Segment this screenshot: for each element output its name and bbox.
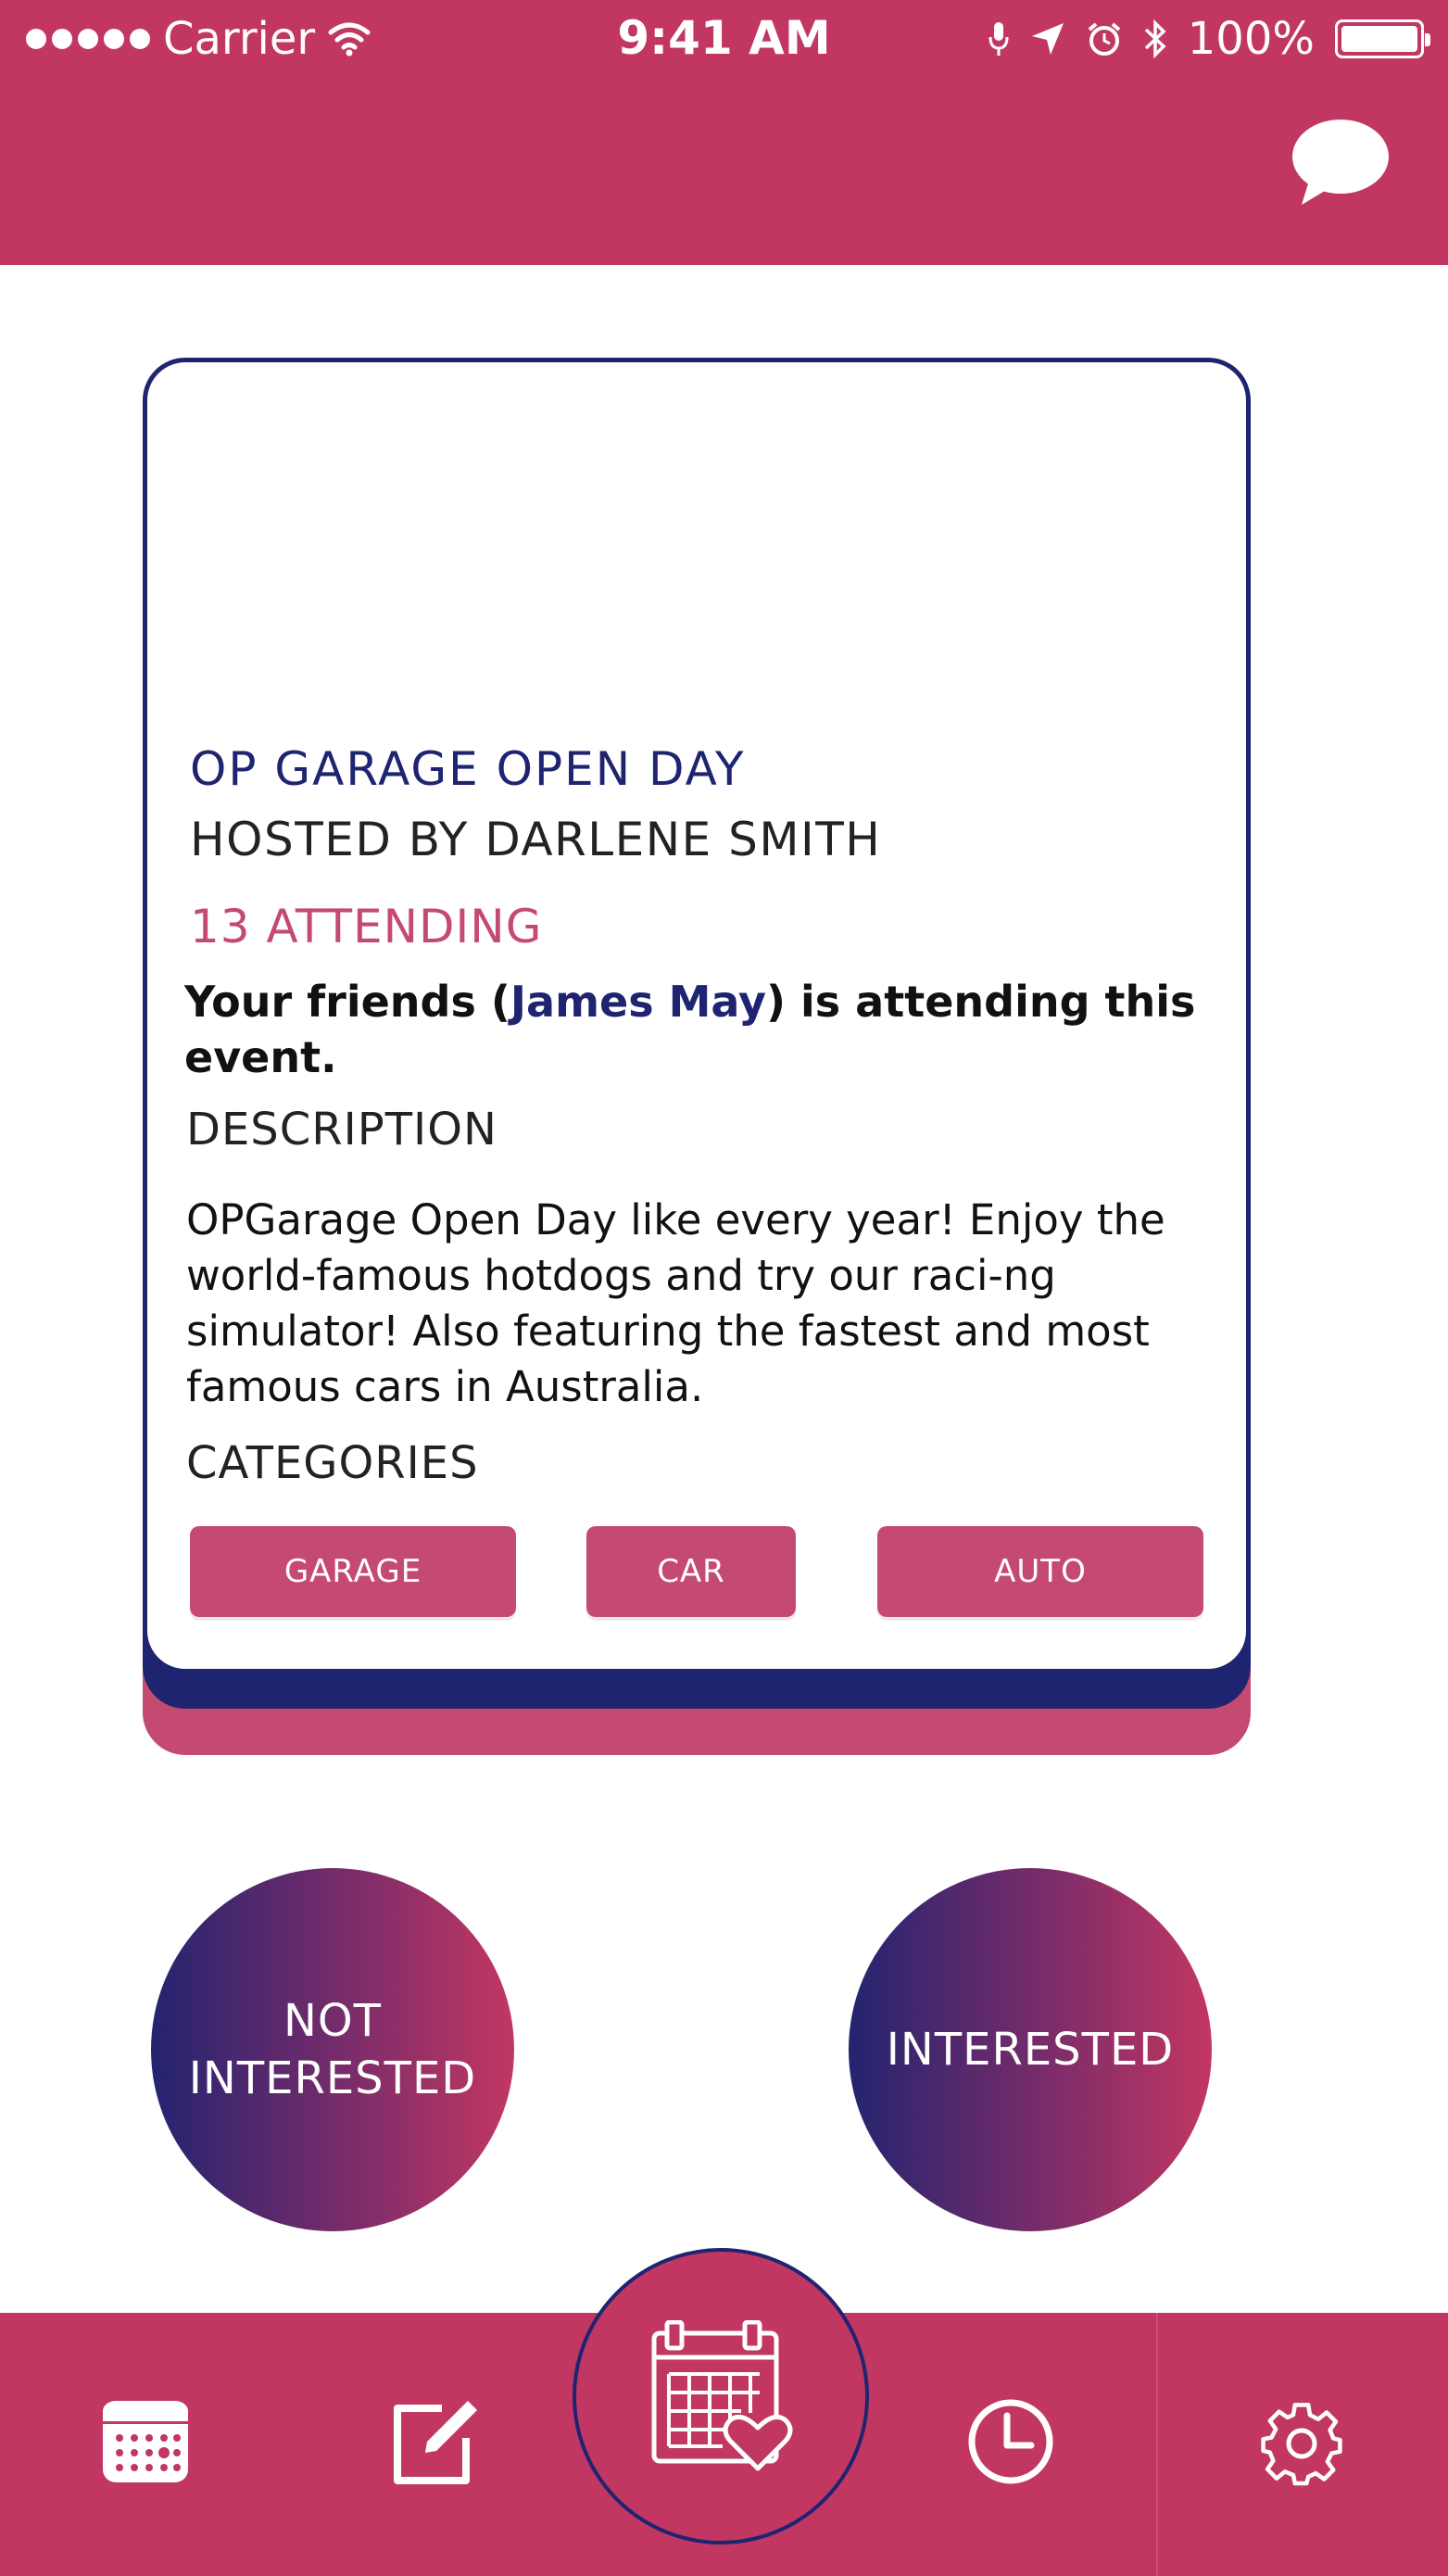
category-chip-auto[interactable]: AUTO — [877, 1526, 1203, 1617]
event-title: OP GARAGE OPEN DAY — [190, 742, 746, 796]
status-bar: Carrier 9:41 AM 100% — [0, 0, 1448, 83]
status-right: 100% — [988, 13, 1430, 65]
calendar-heart-icon — [651, 2320, 793, 2471]
description-heading: DESCRIPTION — [186, 1104, 497, 1155]
event-card[interactable]: OP GARAGE OPEN DAY HOSTED BY DARLENE SMI… — [143, 358, 1251, 1673]
friend-name-link[interactable]: James May — [510, 977, 766, 1027]
chat-button[interactable] — [1289, 116, 1391, 208]
location-icon — [1031, 23, 1064, 55]
bluetooth-icon — [1144, 19, 1166, 59]
tab-calendar[interactable] — [94, 2391, 196, 2493]
battery-label: 100% — [1187, 13, 1315, 65]
app-header: Carrier 9:41 AM 100% — [0, 0, 1448, 265]
not-interested-button[interactable]: NOT INTERESTED — [151, 1868, 514, 2231]
tab-edit[interactable] — [384, 2391, 485, 2493]
tab-interested-events[interactable] — [573, 2248, 869, 2544]
edit-icon — [394, 2401, 477, 2484]
alarm-icon — [1088, 22, 1121, 56]
clock-icon — [968, 2399, 1053, 2484]
attending-count: 13 ATTENDING — [190, 900, 543, 953]
gear-icon — [1261, 2403, 1342, 2486]
microphone-icon — [988, 22, 1009, 56]
chat-bubble-icon — [1292, 120, 1389, 205]
tab-history[interactable] — [960, 2391, 1062, 2493]
friends-prefix: Your friends ( — [184, 977, 510, 1027]
interested-button[interactable]: INTERESTED — [849, 1868, 1212, 2231]
tab-divider — [1156, 2313, 1158, 2576]
category-chip-garage[interactable]: GARAGE — [190, 1526, 516, 1617]
interested-label: INTERESTED — [886, 2024, 1175, 2076]
not-interested-label: NOT INTERESTED — [188, 1995, 477, 2104]
battery-icon — [1335, 19, 1430, 58]
category-chip-car[interactable]: CAR — [586, 1526, 796, 1617]
categories-heading: CATEGORIES — [186, 1437, 479, 1489]
tab-settings[interactable] — [1251, 2391, 1353, 2493]
calendar-icon — [103, 2401, 188, 2482]
friends-attending: Your friends (James May) is attending th… — [184, 974, 1222, 1085]
event-host: HOSTED BY DARLENE SMITH — [190, 813, 882, 866]
description-text: OPGarage Open Day like every year! Enjoy… — [186, 1195, 1165, 1411]
